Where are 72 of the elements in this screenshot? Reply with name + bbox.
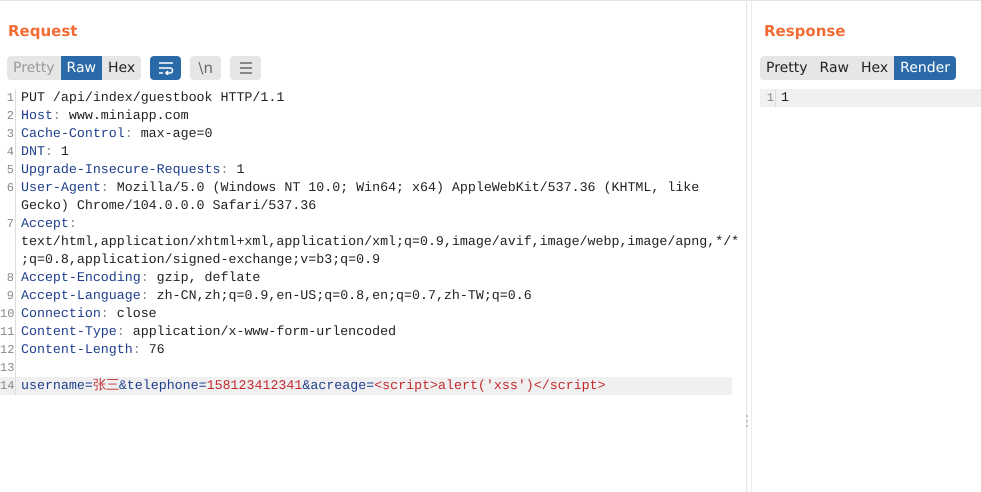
view-tab[interactable]: Render — [894, 56, 956, 80]
resize-handle-icon[interactable] — [745, 414, 749, 428]
code-text: Cache-Control — [21, 126, 125, 141]
code-text: 1 — [60, 144, 69, 159]
code-text: : — [140, 270, 150, 285]
line-number: 3 — [6, 127, 14, 141]
line-number: 10 — [0, 307, 14, 321]
code-text: Gecko) Chrome/104.0.0.0 Safari/537.36 — [21, 198, 316, 213]
line-number: 2 — [6, 109, 14, 123]
code-text: Accept-Encoding — [21, 270, 141, 285]
code-text: zh-CN,zh;q=0.9,en-US;q=0.8,en;q=0.7,zh-TW;q=0.6 — [156, 288, 532, 303]
line-number: 4 — [6, 145, 14, 159]
code-text: : — [68, 216, 77, 231]
code-text: : — [132, 342, 142, 357]
code-text: : — [52, 108, 62, 123]
code-text: 158123412341 — [206, 378, 302, 393]
code-text: close — [116, 306, 157, 321]
line-number: 8 — [6, 271, 14, 285]
code-text: 1 — [781, 90, 789, 105]
code-text: : — [100, 306, 110, 321]
code-text: &telephone= — [118, 378, 207, 393]
code-text: &acreage= — [302, 378, 374, 393]
code-text: max-age=0 — [140, 126, 213, 141]
code-text: DNT — [21, 144, 45, 159]
view-tab[interactable]: Raw — [814, 56, 855, 80]
code-text: Upgrade-Insecure-Requests — [21, 162, 220, 177]
menu-icon — [238, 61, 254, 75]
code-text: text/html,application/xhtml+xml,application/xml;q=0.9,image/avif,image/webp,image/apng,*/* — [21, 234, 740, 249]
code-text: 张三 — [92, 378, 119, 393]
line-number: 7 — [6, 217, 14, 231]
line-number: 12 — [0, 343, 14, 357]
view-tab[interactable]: Hex — [102, 56, 142, 80]
view-tab[interactable]: Hex — [854, 56, 894, 80]
panel-title: Request — [7, 21, 78, 42]
code-text: Content-Type — [21, 324, 117, 339]
code-text: <script>alert('xss')</script> — [374, 378, 606, 393]
code-text: gzip, deflate — [156, 270, 260, 285]
view-tab[interactable]: Pretty — [760, 56, 814, 80]
code-text: Accept — [21, 216, 69, 231]
line-number: 14 — [0, 379, 14, 393]
line-number: 1 — [6, 91, 14, 105]
code-text: Accept-Language — [21, 288, 141, 303]
code-text: 1 — [236, 162, 244, 177]
code-text: : — [100, 180, 110, 195]
code-text: www.miniapp.com — [68, 108, 189, 123]
code-text: : — [124, 126, 134, 141]
line-number: 11 — [0, 325, 14, 339]
code-text: User-Agent — [21, 180, 101, 195]
view-tab[interactable]: Raw — [60, 56, 102, 80]
newline-button[interactable]: \n — [190, 56, 222, 80]
line-number: 9 — [6, 289, 14, 303]
code-text: Connection — [21, 306, 101, 321]
panel-title: Response — [763, 21, 846, 42]
wrap-lines-button[interactable] — [150, 56, 182, 80]
code-text: username= — [21, 378, 93, 393]
code-text: : — [140, 288, 150, 303]
code-text: Host — [21, 108, 53, 123]
code-text: PUT /api/index/guestbook HTTP/1.1 — [21, 90, 284, 105]
line-number: 1 — [766, 91, 774, 105]
wrap-icon — [158, 61, 174, 75]
line-number: 13 — [0, 361, 14, 375]
code-text: Mozilla/5.0 (Windows NT 10.0; Win64; x64) AppleWebKit/537.36 (KHTML, like — [116, 180, 700, 195]
code-text: 76 — [148, 342, 165, 357]
line-number: 5 — [6, 163, 14, 177]
code-text: : — [116, 324, 126, 339]
menu-button[interactable] — [230, 56, 262, 80]
code-text: : — [220, 162, 230, 177]
code-text: ;q=0.8,application/signed-exchange;v=b3;q=0.9 — [21, 252, 380, 267]
code-text: : — [44, 144, 54, 159]
code-text: application/x-www-form-urlencoded — [132, 324, 396, 339]
code-text: Content-Length — [21, 342, 133, 357]
line-number: 6 — [6, 181, 14, 195]
